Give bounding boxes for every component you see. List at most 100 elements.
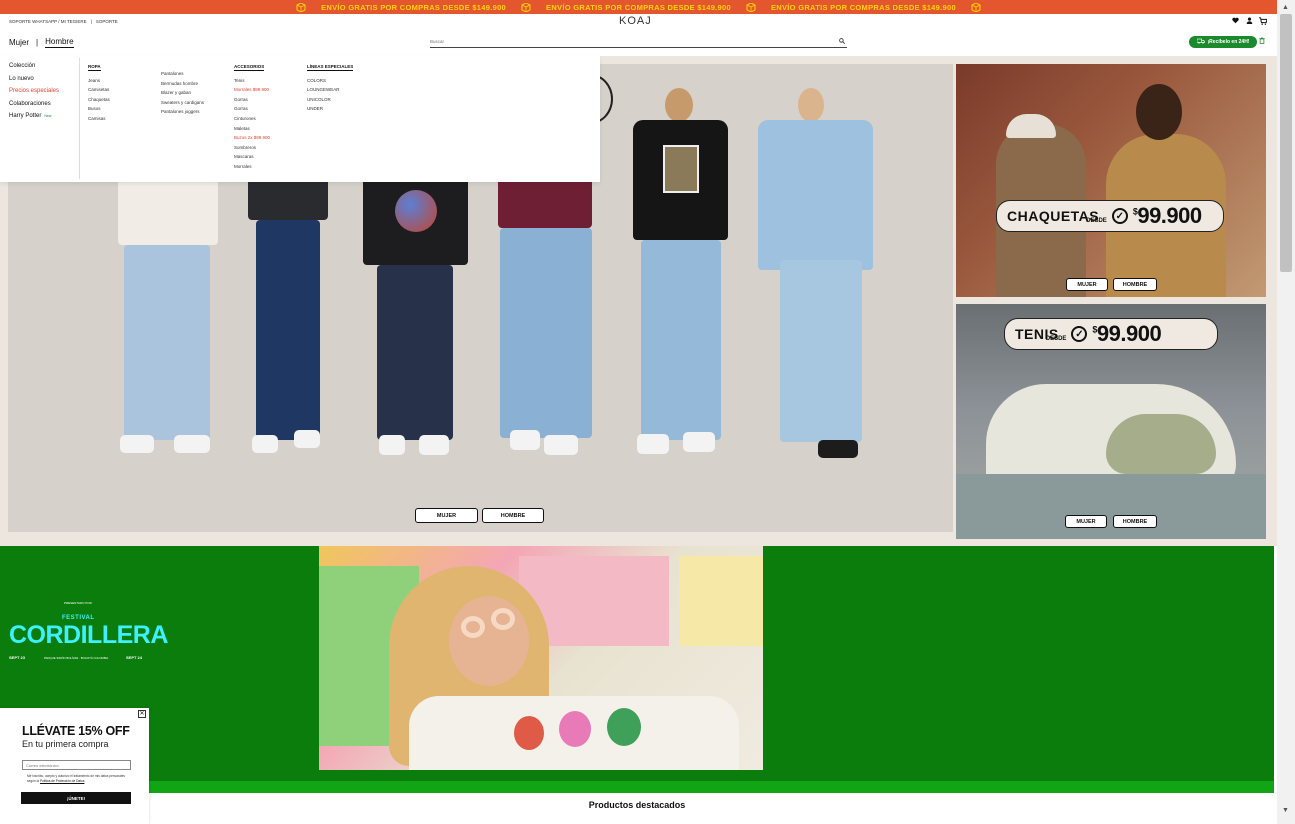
menu-colaboraciones[interactable]: Colaboraciones bbox=[9, 101, 59, 107]
logo[interactable]: KOAJ bbox=[619, 15, 652, 27]
search-icon[interactable] bbox=[839, 38, 845, 46]
user-icon[interactable] bbox=[1245, 17, 1253, 25]
menu-item[interactable]: Chaquetas bbox=[88, 97, 110, 102]
menu-lo-nuevo[interactable]: Lo nuevo bbox=[9, 76, 59, 82]
menu-divider bbox=[79, 58, 80, 179]
gender-separator: | bbox=[36, 38, 39, 47]
featured-products-title: Productos destacados bbox=[588, 800, 686, 810]
delivery-24h-button[interactable]: ¡Recíbelo en 24H! bbox=[1189, 36, 1257, 48]
festival-strip bbox=[0, 781, 1274, 793]
menu-item[interactable]: Maletas bbox=[234, 126, 270, 131]
menu-item[interactable]: UNICOLOR bbox=[307, 97, 353, 102]
banner-mujer-button[interactable]: MUJER bbox=[1065, 515, 1107, 528]
banner-desde: DESDE bbox=[1086, 218, 1107, 224]
model-face bbox=[449, 596, 529, 686]
truck-icon bbox=[1196, 38, 1205, 46]
menu-item[interactable]: Sweaters y cardigans bbox=[161, 100, 204, 105]
menu-item[interactable]: Bermudas hombre bbox=[161, 81, 204, 86]
box-icon bbox=[520, 2, 532, 12]
discount-popup: ✕ LLÉVATE 15% OFF En tu primera compra M… bbox=[0, 708, 149, 824]
delivery-label: ¡Recíbelo en 24H! bbox=[1207, 39, 1250, 45]
mega-menu: Colección Lo nuevo Precios especiales Co… bbox=[0, 56, 600, 182]
search-input[interactable] bbox=[430, 37, 830, 46]
banner-hombre-button[interactable]: HOMBRE bbox=[1113, 515, 1157, 528]
scroll-thumb[interactable] bbox=[1280, 14, 1292, 272]
header-icons bbox=[1231, 17, 1268, 25]
menu-item[interactable]: Busos bbox=[88, 106, 110, 111]
mona-lisa-print bbox=[663, 145, 699, 193]
menu-item[interactable]: Gorras bbox=[234, 97, 270, 102]
menu-item[interactable]: Sombreros bbox=[234, 145, 270, 150]
banner-price: $99.900 bbox=[1132, 203, 1202, 228]
sunglasses bbox=[461, 616, 485, 638]
privacy-policy-link[interactable]: Política de Protección de Datos bbox=[40, 779, 84, 783]
box-icon bbox=[970, 2, 982, 12]
menu-coleccion[interactable]: Colección bbox=[9, 63, 59, 69]
email-field[interactable] bbox=[22, 760, 131, 770]
promo-item: ENVÍO GRATIS POR COMPRAS DESDE $149.900 bbox=[295, 2, 506, 12]
promo-text: ENVÍO GRATIS POR COMPRAS DESDE $149.900 bbox=[321, 2, 507, 12]
promo-item: ENVÍO GRATIS POR COMPRAS DESDE $149.900 bbox=[520, 2, 731, 12]
popup-title: LLÉVATE 15% OFF bbox=[22, 724, 130, 738]
promo-text: ENVÍO GRATIS POR COMPRAS DESDE $149.900 bbox=[546, 2, 731, 12]
menu-item[interactable]: UNDER bbox=[307, 106, 353, 111]
chaquetas-banner[interactable]: CHAQUETAS DESDE ✓ $99.900 MUJER HOMBRE bbox=[956, 64, 1266, 297]
shirt-print bbox=[559, 711, 591, 747]
menu-item[interactable]: Morrales $99.900 bbox=[234, 87, 270, 92]
scrollbar[interactable]: ▲ ▼ bbox=[1277, 0, 1295, 824]
festival-image[interactable] bbox=[319, 546, 763, 770]
box-icon bbox=[295, 2, 307, 12]
menu-col-accesorios: ACCESORIOS Tenis Morrales $99.900 Gorras… bbox=[234, 64, 270, 169]
tab-mujer[interactable]: Mujer bbox=[9, 38, 29, 47]
festival-date-start: SEPT 23 bbox=[9, 655, 26, 660]
header: SOPORTE WHATSAPP / MI TEGIERE | SOPORTE … bbox=[0, 14, 1277, 56]
trash-icon[interactable] bbox=[1259, 37, 1265, 46]
support-whatsapp-link[interactable]: SOPORTE WHATSAPP / MI TEGIERE bbox=[9, 19, 87, 24]
menu-heading[interactable]: LÍNEAS ESPECIALES bbox=[307, 64, 354, 71]
cart-icon[interactable] bbox=[1259, 17, 1268, 25]
close-icon[interactable]: ✕ bbox=[138, 710, 146, 718]
menu-item[interactable]: Pantalones bbox=[161, 71, 204, 76]
menu-item[interactable]: Cinturones bbox=[234, 116, 270, 121]
festival-place: PARQUE SIMÓN BOLÍVAR · BOGOTÁ COLOMBIA bbox=[44, 656, 109, 660]
scroll-up-icon[interactable]: ▲ bbox=[1282, 4, 1289, 11]
menu-item[interactable]: Morrales bbox=[234, 164, 270, 169]
new-badge: New bbox=[44, 114, 52, 118]
support-link[interactable]: SOPORTE bbox=[96, 19, 118, 24]
menu-item[interactable]: Camisas bbox=[88, 116, 110, 121]
menu-item[interactable]: Pantalones joggers bbox=[161, 109, 204, 114]
menu-item[interactable]: LOUNGEWEAR bbox=[307, 87, 353, 92]
menu-item[interactable]: Tenis bbox=[234, 78, 270, 83]
banner-mujer-button[interactable]: MUJER bbox=[1066, 278, 1108, 291]
menu-item[interactable]: Gorras bbox=[234, 106, 270, 111]
menu-harry-potter[interactable]: Harry Potter New bbox=[9, 113, 59, 119]
popup-subtitle: En tu primera compra bbox=[22, 739, 109, 749]
utility-links: SOPORTE WHATSAPP / MI TEGIERE | SOPORTE bbox=[9, 19, 118, 24]
tenis-price-pill: TENIS DESDE ✓ $99.900 bbox=[1004, 318, 1218, 350]
banner-price: $99.900 bbox=[1092, 321, 1162, 346]
festival-logo[interactable]: PRESENTADO POR FESTIVAL CORDILLERA SEPT … bbox=[9, 601, 168, 661]
menu-item[interactable]: Jeans bbox=[88, 78, 110, 83]
heart-icon[interactable] bbox=[1231, 17, 1239, 25]
menu-item[interactable]: Mascaras bbox=[234, 154, 270, 159]
poster bbox=[679, 556, 763, 646]
menu-precios-especiales[interactable]: Precios especiales bbox=[9, 88, 59, 94]
menu-heading[interactable]: ROPA bbox=[88, 64, 101, 71]
menu-heading[interactable]: ACCESORIOS bbox=[234, 64, 265, 71]
hero-mujer-button[interactable]: MUJER bbox=[415, 508, 478, 523]
banner-model bbox=[1006, 114, 1056, 138]
sneaker-image bbox=[1106, 414, 1216, 474]
menu-item[interactable]: COLORS bbox=[307, 78, 353, 83]
menu-item[interactable]: Buzos 2x $99.900 bbox=[234, 135, 270, 140]
graffiti-base bbox=[956, 474, 1266, 539]
model-figure bbox=[118, 130, 218, 480]
banner-hombre-button[interactable]: HOMBRE bbox=[1113, 278, 1157, 291]
scroll-down-icon[interactable]: ▼ bbox=[1282, 807, 1289, 814]
menu-item[interactable]: Camisetas bbox=[88, 87, 110, 92]
tenis-banner[interactable]: TENIS DESDE ✓ $99.900 MUJER HOMBRE bbox=[956, 304, 1266, 539]
hero-hombre-button[interactable]: HOMBRE bbox=[482, 508, 544, 523]
join-button[interactable]: ¡ÚNETE! bbox=[21, 792, 131, 804]
menu-item[interactable]: Blazer y gaban bbox=[161, 90, 204, 95]
tab-hombre[interactable]: Hombre bbox=[45, 37, 74, 48]
shirt-print bbox=[514, 716, 544, 750]
